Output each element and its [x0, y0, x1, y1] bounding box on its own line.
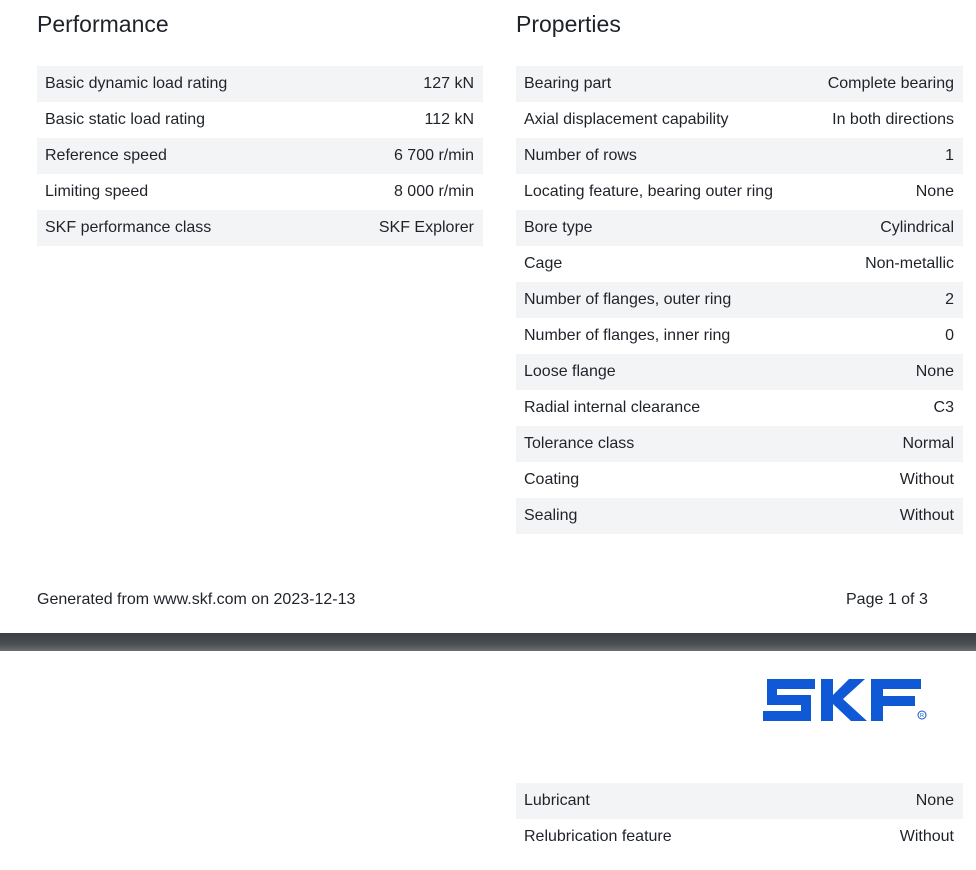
spec-value: Non-metallic	[865, 255, 954, 272]
spec-label: Bearing part	[524, 75, 612, 92]
performance-table: Basic dynamic load rating 127 kN Basic s…	[37, 66, 483, 246]
spec-label: Basic static load rating	[45, 111, 206, 128]
properties-heading: Properties	[516, 11, 621, 37]
spec-label: Reference speed	[45, 147, 167, 164]
spec-value: Normal	[902, 435, 954, 452]
table-row: Coating Without	[516, 462, 963, 498]
performance-heading: Performance	[37, 11, 169, 37]
table-row: Bore type Cylindrical	[516, 210, 963, 246]
table-row: Axial displacement capability In both di…	[516, 102, 963, 138]
pdf-page-1: Performance Properties Basic dynamic loa…	[0, 0, 976, 633]
spec-value: None	[915, 792, 954, 809]
spec-label: Coating	[524, 471, 580, 488]
spec-value: 127 kN	[423, 75, 474, 92]
table-row: Sealing Without	[516, 498, 963, 534]
spec-label: Locating feature, bearing outer ring	[524, 183, 774, 200]
spec-label: Radial internal clearance	[524, 399, 701, 416]
table-row: Reference speed 6 700 r/min	[37, 138, 483, 174]
spec-value: 1	[945, 147, 954, 164]
table-row: Basic dynamic load rating 127 kN	[37, 66, 483, 102]
table-row: Number of flanges, inner ring 0	[516, 318, 963, 354]
generated-note: Generated from www.skf.com on 2023-12-13	[37, 591, 356, 608]
spec-value: None	[915, 363, 954, 380]
page-separator	[0, 633, 976, 651]
pdf-page-2: R Lubricant None Relubrication feature W…	[0, 651, 976, 870]
table-row: Tolerance class Normal	[516, 426, 963, 462]
table-row: Number of flanges, outer ring 2	[516, 282, 963, 318]
skf-logo: R	[763, 679, 927, 721]
spec-value: Without	[899, 471, 954, 488]
properties-table-continued: Lubricant None Relubrication feature Wit…	[516, 783, 963, 855]
svg-text:R: R	[920, 713, 924, 719]
table-row: SKF performance class SKF Explorer	[37, 210, 483, 246]
table-row: Cage Non-metallic	[516, 246, 963, 282]
spec-value: 6 700 r/min	[393, 147, 474, 164]
spec-label: Number of rows	[524, 147, 637, 164]
spec-label: Loose flange	[524, 363, 616, 380]
table-row: Radial internal clearance C3	[516, 390, 963, 426]
spec-value: Complete bearing	[827, 75, 954, 92]
spec-label: Basic dynamic load rating	[45, 75, 228, 92]
page-number: Page 1 of 3	[846, 591, 928, 608]
spec-label: Number of flanges, outer ring	[524, 291, 732, 308]
table-row: Limiting speed 8 000 r/min	[37, 174, 483, 210]
table-row: Number of rows 1	[516, 138, 963, 174]
spec-value: C3	[933, 399, 954, 416]
properties-table: Bearing part Complete bearing Axial disp…	[516, 66, 963, 534]
table-row: Relubrication feature Without	[516, 819, 963, 855]
table-row: Basic static load rating 112 kN	[37, 102, 483, 138]
table-row: Locating feature, bearing outer ring Non…	[516, 174, 963, 210]
spec-label: Tolerance class	[524, 435, 635, 452]
spec-label: SKF performance class	[45, 219, 212, 236]
spec-value: SKF Explorer	[378, 219, 474, 236]
spec-label: Number of flanges, inner ring	[524, 327, 731, 344]
spec-value: 0	[945, 327, 954, 344]
spec-value: Without	[899, 828, 954, 845]
spec-label: Limiting speed	[45, 183, 149, 200]
table-row: Lubricant None	[516, 783, 963, 819]
spec-value: Cylindrical	[880, 219, 954, 236]
spec-label: Bore type	[524, 219, 593, 236]
table-row: Bearing part Complete bearing	[516, 66, 963, 102]
spec-label: Relubrication feature	[524, 828, 672, 845]
spec-value: 112 kN	[424, 111, 474, 128]
spec-value: None	[915, 183, 954, 200]
spec-value: 8 000 r/min	[393, 183, 474, 200]
spec-label: Lubricant	[524, 792, 590, 809]
spec-value: 2	[945, 291, 954, 308]
spec-value: Without	[899, 507, 954, 524]
spec-value: In both directions	[832, 111, 954, 128]
spec-label: Sealing	[524, 507, 578, 524]
table-row: Loose flange None	[516, 354, 963, 390]
spec-label: Axial displacement capability	[524, 111, 729, 128]
spec-label: Cage	[524, 255, 563, 272]
